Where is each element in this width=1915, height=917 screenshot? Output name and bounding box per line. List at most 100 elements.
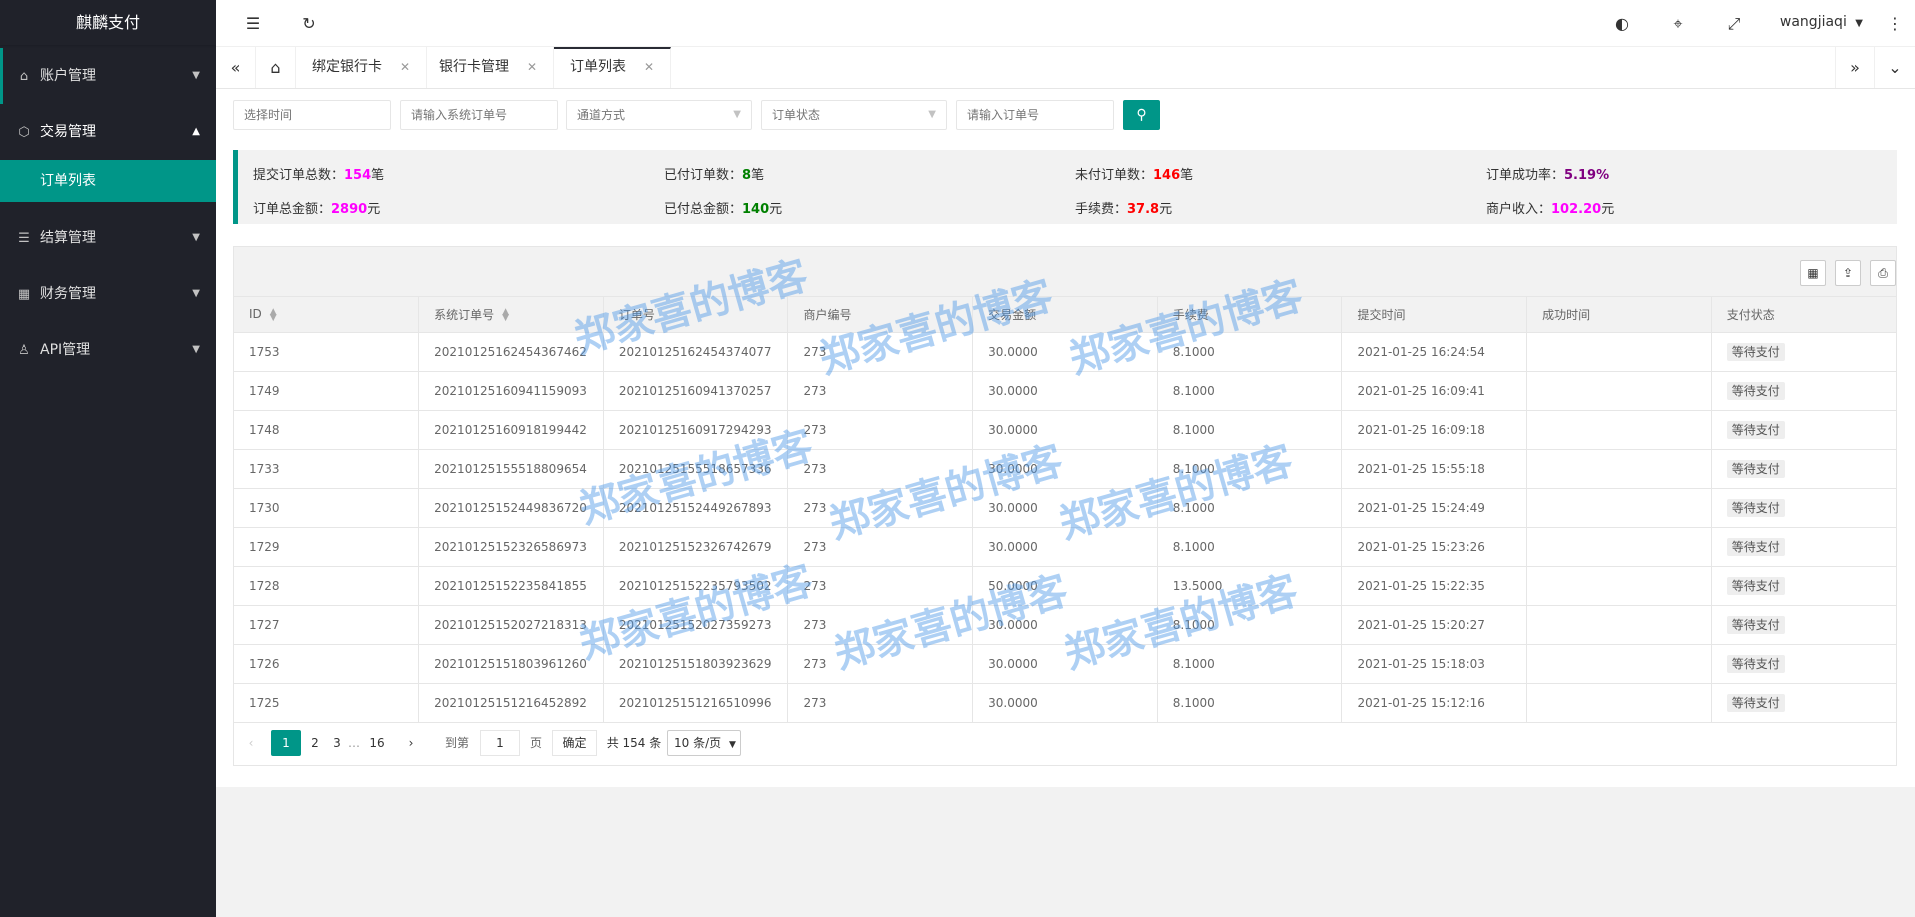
table-cell: 273 [787,605,974,645]
sort-icon[interactable]: ▲ ▼ [502,308,509,323]
sidebar-item-account[interactable]: ⌂ 账户管理 ▼ [0,48,216,104]
order-table-container: ▦ ⇪ ⎙ ID ▲ ▼ 系统订单号 ▲ ▼ 订单号 商户编号 交易金额 手续费 提交时间 成功时间支… [233,246,1897,766]
table-cell: 20210125155518809654 [418,449,604,489]
table-cell [1526,527,1712,567]
next-page-icon[interactable]: › [404,730,418,756]
fullscreen-icon[interactable]: ⤢ [1714,0,1754,47]
page-2[interactable]: 2 [308,730,322,756]
sidebar: 麒麟支付 ⌂ 账户管理 ▼ ⬡ 交易管理 ▲ 订单列表 ☰ 结算管理 ▼ ▦ 财务管理 … [0,0,216,917]
home-icon: ⌂ [19,69,29,84]
table-cell: 20210125151216452892 [418,683,604,723]
tab-bind-card[interactable]: 绑定银行卡 ✕ [296,47,428,88]
user-menu[interactable]: wangjiaqi ▼ [1780,0,1863,47]
order-table: ID ▲ ▼ 系统订单号 ▲ ▼ 订单号 商户编号 交易金额 手续费 提交时间 成功时间 支付状态 17… [234,297,1896,723]
table-cell: 等待支付 [1711,527,1896,567]
tab-order-list[interactable]: 订单列表 ✕ [554,47,672,88]
table-cell: 273 [787,644,974,684]
sidebar-item-api[interactable]: ♙ API管理 ▼ [0,322,216,378]
table-cell: 8.1000 [1157,683,1343,723]
close-icon[interactable]: ✕ [644,60,654,74]
table-cell: 等待支付 [1711,332,1896,372]
more-icon[interactable]: ⋮ [1875,0,1915,47]
tabs-scroll-right-icon[interactable]: » [1835,47,1875,88]
stat-paid-amount: 已付总金额：140元 [664,202,783,217]
table-cell: 等待支付 [1711,605,1896,645]
tabs-bar: « ⌂ 绑定银行卡 ✕ 银行卡管理 ✕ 订单列表 ✕ » ⌄ [216,47,1915,89]
status-select[interactable]: 订单状态 ▼ [761,100,947,130]
close-icon[interactable]: ✕ [527,60,537,74]
table-cell: 2021-01-25 15:24:49 [1341,488,1528,528]
table-cell: 1733 [234,449,420,489]
channel-select[interactable]: 通道方式 ▼ [566,100,752,130]
table-row[interactable]: 1733 20210125155518809654 2021012515551865… [234,449,1896,489]
refresh-icon[interactable]: ↻ [289,0,329,47]
table-cell: 273 [787,566,974,606]
table-cell [1526,644,1712,684]
table-cell [1526,371,1712,411]
time-filter-input[interactable]: 选择时间 [233,100,391,130]
page-16[interactable]: 16 [366,730,388,756]
table-cell: 273 [787,683,974,723]
goto-confirm-button[interactable]: 确定 [552,729,597,756]
table-row[interactable]: 1728 20210125152235841855 2021012515223579… [234,566,1896,606]
close-icon[interactable]: ✕ [400,60,410,74]
page-ellipsis: … [348,735,360,750]
table-row[interactable]: 1749 20210125160941159093 2021012516094137… [234,371,1896,411]
sidebar-item-settlement[interactable]: ☰ 结算管理 ▼ [0,210,216,266]
tabs-dropdown-icon[interactable]: ⌄ [1875,47,1915,88]
sort-icon[interactable]: ▲ ▼ [270,307,277,322]
table-cell: 20210125160941159093 [418,371,604,411]
prev-page-icon[interactable]: ‹ [244,730,258,756]
sys-order-input[interactable]: 请输入系统订单号 [400,100,558,130]
table-row[interactable]: 1748 20210125160918199442 2021012516091729… [234,410,1896,450]
table-row[interactable]: 1729 20210125152326586973 2021012515232674… [234,527,1896,567]
print-icon[interactable]: ⎙ [1870,260,1896,286]
table-cell: 30.0000 [972,371,1158,411]
stat-total-amount: 订单总金额：2890元 [253,202,381,217]
column-header[interactable]: 系统订单号 ▲ ▼ [418,297,604,333]
goto-label: 到第 [444,735,469,750]
stats-panel: 提交订单总数：154笔 已付订单数：8笔 未付订单数：146笔 订单成功率：5.… [233,150,1897,224]
sidebar-item-trade[interactable]: ⬡ 交易管理 ▲ [0,104,216,160]
main-content: 选择时间 请输入系统订单号 通道方式 ▼ 订单状态 ▼ 请输入订单号 ⚲ 提交订… [216,89,1915,787]
pagination: ‹ 1 2 3 … 16 › 到第 1 页 确定 共 154 条 10 条/页 … [234,722,1896,763]
status-badge: 等待支付 [1726,537,1785,556]
table-cell [1526,332,1712,372]
theme-icon[interactable]: ◐ [1602,0,1642,47]
search-button[interactable]: ⚲ [1123,100,1160,130]
table-cell: 2021-01-25 15:12:16 [1341,683,1528,723]
table-cell: 2021-01-25 15:22:35 [1341,566,1528,606]
table-cell: 8.1000 [1157,371,1343,411]
table-cell: 8.1000 [1157,332,1343,372]
tab-label: 订单列表 [570,59,626,75]
menu-toggle-icon[interactable]: ☰ [233,0,273,47]
sidebar-item-finance[interactable]: ▦ 财务管理 ▼ [0,266,216,322]
column-header[interactable]: ID ▲ ▼ [234,297,420,333]
table-cell: 等待支付 [1711,488,1896,528]
tabs-scroll-left-icon[interactable]: « [216,47,256,88]
page-1[interactable]: 1 [271,729,301,756]
table-cell: 273 [787,527,974,567]
column-header: 手续费 [1157,297,1343,333]
table-cell: 1729 [234,527,420,567]
tab-card-manage[interactable]: 银行卡管理 ✕ [423,47,555,88]
page-3[interactable]: 3 [330,730,344,756]
page-size-select[interactable]: 10 条/页 ▼ [667,729,741,756]
export-icon[interactable]: ⇪ [1835,260,1861,286]
table-row[interactable]: 1726 20210125151803961260 2021012515180392… [234,644,1896,684]
table-cell: 等待支付 [1711,566,1896,606]
tag-icon[interactable]: ⌖ [1658,0,1698,47]
caret-down-icon: ▼ [728,739,736,750]
table-row[interactable]: 1725 20210125151216452892 2021012515121651… [234,683,1896,723]
goto-page-input[interactable]: 1 [480,729,520,756]
table-row[interactable]: 1727 20210125152027218313 2021012515202735… [234,605,1896,645]
table-cell: 2021-01-25 15:23:26 [1341,527,1528,567]
order-no-input[interactable]: 请输入订单号 [956,100,1114,130]
status-badge: 等待支付 [1726,615,1785,634]
sidebar-subitem-order-list[interactable]: 订单列表 [0,160,216,202]
sidebar-item-label: 交易管理 [40,124,96,140]
table-row[interactable]: 1753 20210125162454367462 2021012516245437… [234,332,1896,372]
table-row[interactable]: 1730 20210125152449836720 2021012515244926… [234,488,1896,528]
home-tab-icon[interactable]: ⌂ [256,47,296,88]
columns-filter-icon[interactable]: ▦ [1800,260,1826,286]
